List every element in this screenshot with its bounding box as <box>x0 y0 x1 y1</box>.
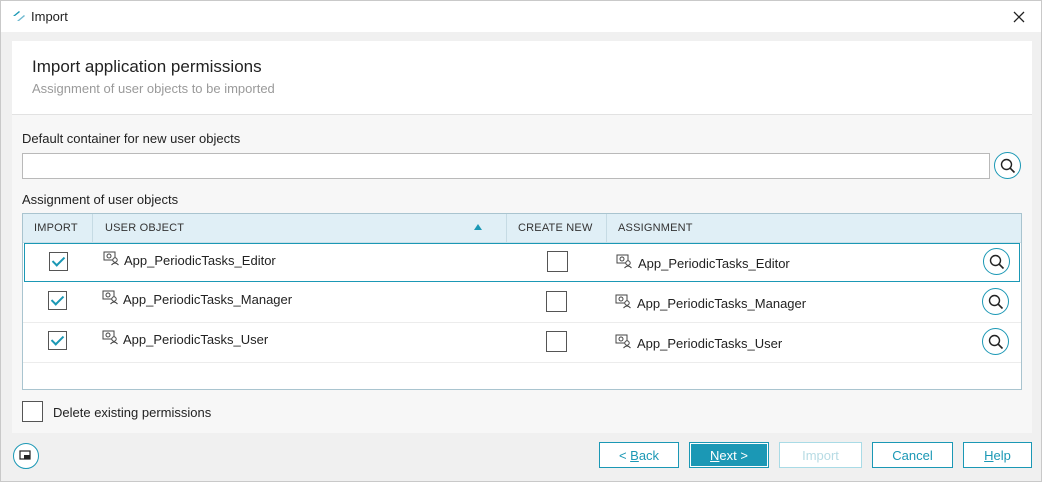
back-suffix: ack <box>638 447 660 463</box>
import-dialog: Import Import application permissions As… <box>0 0 1042 482</box>
app-logo-icon <box>13 11 25 21</box>
sort-ascending-icon <box>474 224 482 230</box>
column-divider[interactable] <box>92 214 93 242</box>
table-row[interactable]: App_PeriodicTasks_User App_PeriodicTasks… <box>23 323 1021 363</box>
create-new-checkbox[interactable] <box>546 291 567 312</box>
next-button[interactable]: Next > <box>689 442 769 468</box>
assignment-name: App_PeriodicTasks_User <box>637 336 783 351</box>
container-label: Default container for new user objects <box>22 131 241 146</box>
search-icon <box>989 254 1004 269</box>
import-button[interactable]: Import <box>779 442 862 468</box>
assignment-search-button[interactable] <box>982 288 1009 315</box>
user-object-name: App_PeriodicTasks_User <box>123 332 269 347</box>
title-bar: Import <box>1 1 1041 32</box>
assignment-name: App_PeriodicTasks_Manager <box>637 296 807 311</box>
user-group-icon <box>615 334 631 349</box>
column-header-create-new[interactable]: CREATE NEW <box>518 214 593 242</box>
delete-existing-label[interactable]: Delete existing permissions <box>53 405 211 420</box>
import-checkbox[interactable] <box>49 252 68 271</box>
table-row[interactable]: App_PeriodicTasks_Editor App_PeriodicTas… <box>24 243 1020 282</box>
help-suffix: elp <box>993 447 1011 463</box>
window-title: Import <box>31 9 68 24</box>
import-checkbox[interactable] <box>48 291 67 310</box>
page-header: Import application permissions Assignmen… <box>12 41 1032 115</box>
user-object-name: App_PeriodicTasks_Editor <box>124 253 276 268</box>
search-icon <box>988 334 1003 349</box>
help-button[interactable]: Help <box>963 442 1032 468</box>
user-group-icon <box>102 330 118 345</box>
user-group-icon <box>615 294 631 309</box>
import-checkbox[interactable] <box>48 331 67 350</box>
page-title: Import application permissions <box>32 57 262 76</box>
help-mnemonic: H <box>984 447 994 463</box>
container-search-button[interactable] <box>994 152 1021 179</box>
window-switch-icon <box>19 450 31 460</box>
table-row[interactable]: App_PeriodicTasks_Manager App_PeriodicTa… <box>23 283 1021 323</box>
column-divider[interactable] <box>506 214 507 242</box>
column-header-import[interactable]: IMPORT <box>34 214 78 242</box>
column-header-assignment[interactable]: ASSIGNMENT <box>618 214 693 242</box>
search-icon <box>988 294 1003 309</box>
cancel-button[interactable]: Cancel <box>872 442 953 468</box>
next-mnemonic: N <box>710 447 720 463</box>
search-icon <box>1000 158 1015 173</box>
assignment-label: Assignment of user objects <box>22 192 179 207</box>
delete-existing-checkbox[interactable] <box>22 401 43 422</box>
create-new-checkbox[interactable] <box>547 251 568 272</box>
assignment-search-button[interactable] <box>982 328 1009 355</box>
user-group-icon <box>102 290 118 305</box>
assignment-name: App_PeriodicTasks_Editor <box>638 256 790 271</box>
next-suffix: ext > <box>719 447 748 463</box>
back-prefix: < <box>618 447 631 463</box>
container-input[interactable] <box>22 153 990 179</box>
windows-menu-button[interactable] <box>13 443 39 469</box>
page-subtitle: Assignment of user objects to be importe… <box>32 81 275 96</box>
user-group-icon <box>616 254 632 269</box>
close-icon <box>1013 11 1025 22</box>
assignment-grid: IMPORT USER OBJECT CREATE NEW ASSIGNMENT <box>22 213 1022 390</box>
create-new-checkbox[interactable] <box>546 331 567 352</box>
assignment-search-button[interactable] <box>983 248 1010 275</box>
column-divider[interactable] <box>606 214 607 242</box>
close-button[interactable] <box>997 1 1041 32</box>
back-button[interactable]: < Back <box>599 442 679 468</box>
back-mnemonic: B <box>630 447 639 463</box>
grid-header: IMPORT USER OBJECT CREATE NEW ASSIGNMENT <box>23 214 1021 243</box>
user-object-name: App_PeriodicTasks_Manager <box>123 292 293 307</box>
user-group-icon <box>103 251 119 266</box>
column-header-user-object[interactable]: USER OBJECT <box>105 214 184 242</box>
dialog-content: Import application permissions Assignmen… <box>12 41 1032 433</box>
